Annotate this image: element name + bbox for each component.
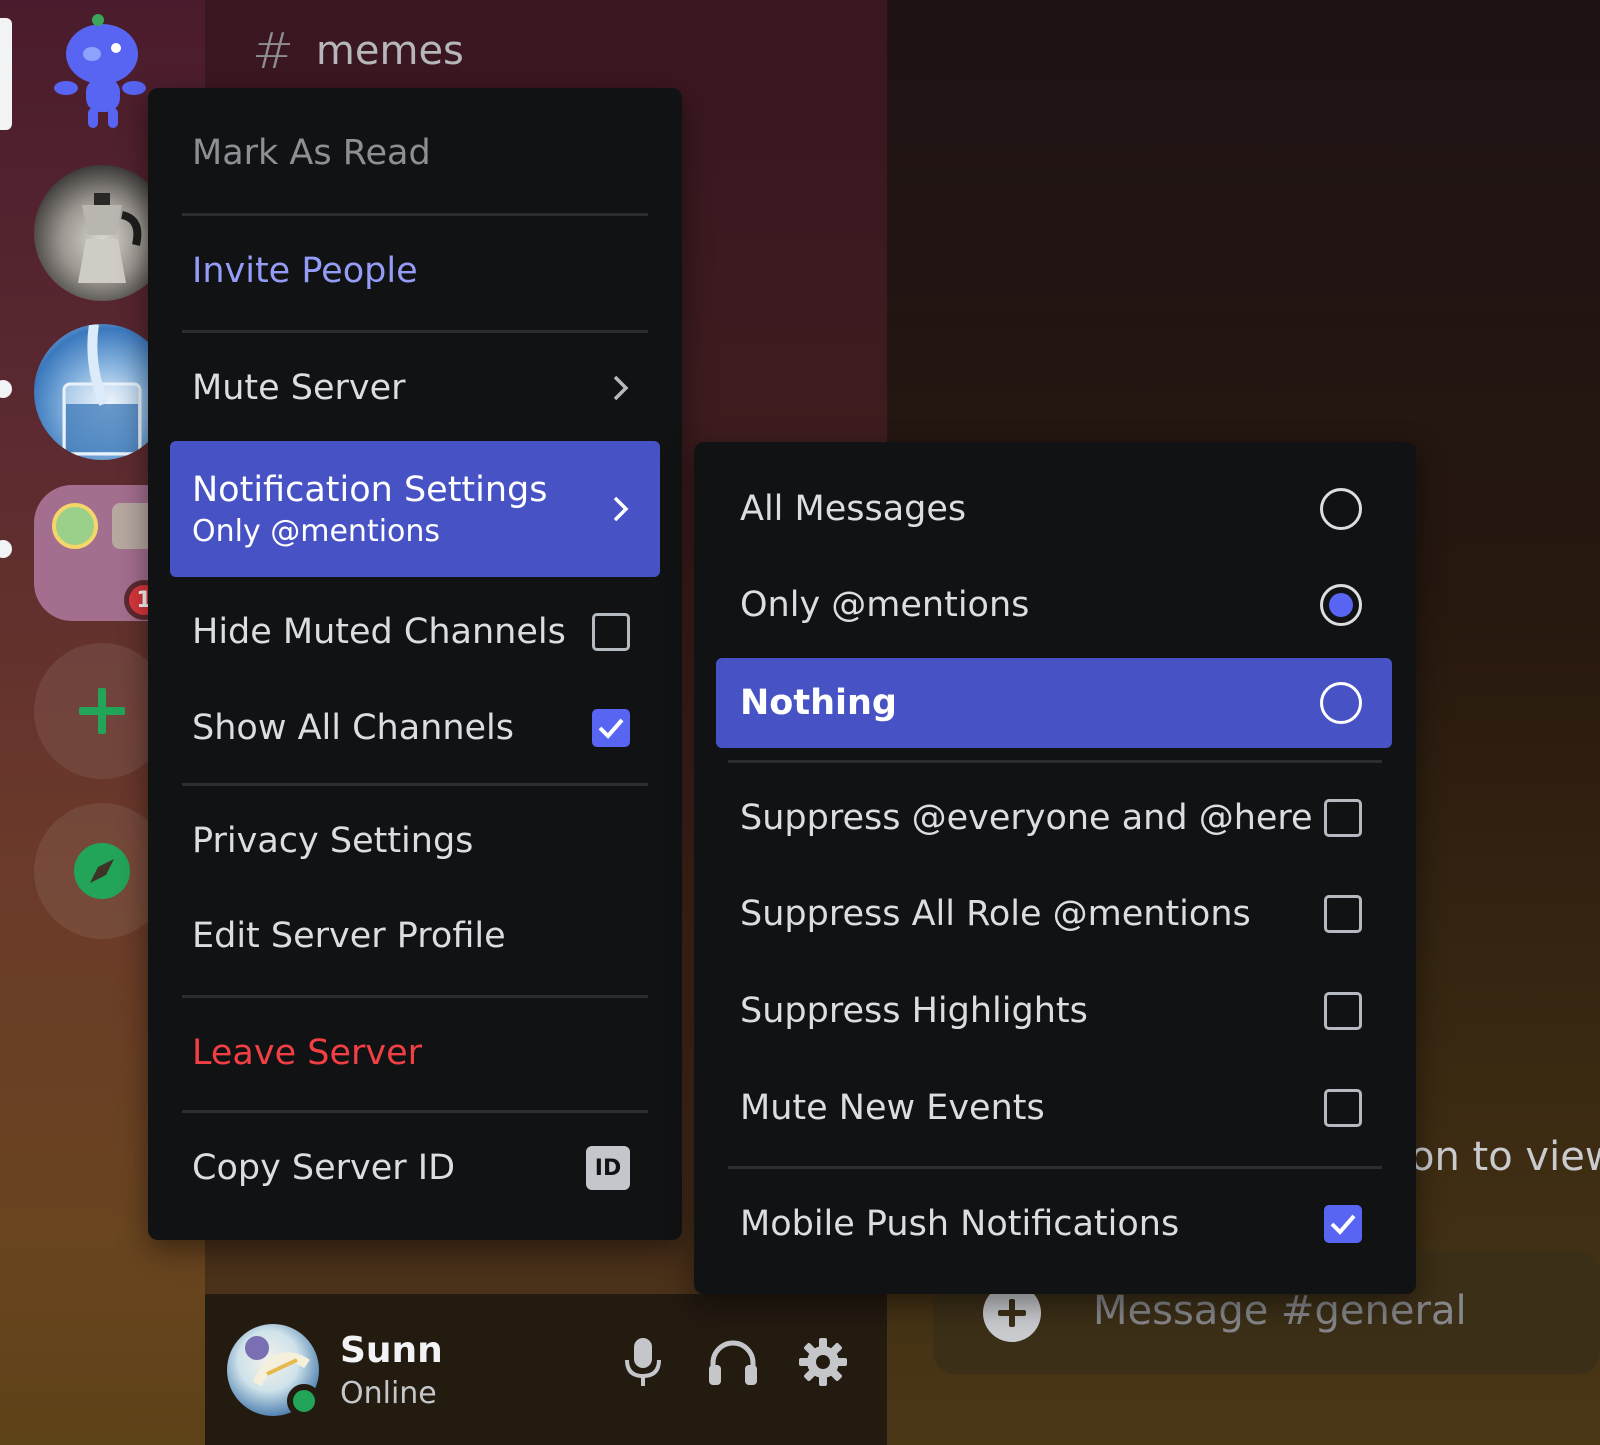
compass-icon (74, 843, 130, 899)
folder-server-icon (52, 503, 98, 549)
suppress-everyone-option[interactable]: Suppress @everyone and @here (716, 773, 1392, 863)
menu-separator (728, 1166, 1382, 1169)
menu-separator (728, 760, 1382, 763)
mobile-push-checkbox[interactable] (1324, 1205, 1362, 1243)
menu-item-label: Privacy Settings (192, 821, 474, 861)
all-messages-option[interactable]: All Messages (716, 464, 1392, 554)
option-label: Suppress Highlights (740, 991, 1088, 1031)
leave-server-item[interactable]: Leave Server (170, 1013, 660, 1093)
suppress-roles-checkbox[interactable] (1324, 895, 1362, 933)
user-status: Online (340, 1376, 437, 1411)
option-label: Mute New Events (740, 1088, 1045, 1128)
suppress-everyone-checkbox[interactable] (1324, 799, 1362, 837)
menu-separator (182, 1110, 648, 1113)
mute-new-events-checkbox[interactable] (1324, 1089, 1362, 1127)
notification-settings-submenu: All Messages Only @mentions Nothing Supp… (694, 442, 1416, 1294)
user-panel: Sunn Online (205, 1294, 887, 1445)
username: Sunn (340, 1330, 443, 1371)
channel-header: # memes (252, 26, 464, 76)
mobile-push-option[interactable]: Mobile Push Notifications (716, 1179, 1392, 1269)
chat-message-text: on to view (1410, 1134, 1600, 1180)
hash-icon: # (252, 22, 294, 80)
microphone-icon (625, 1338, 661, 1386)
radio-button-selected[interactable] (1320, 584, 1362, 626)
copy-server-id-item[interactable]: Copy Server ID ID (170, 1128, 660, 1208)
menu-item-label: Mark As Read (192, 133, 431, 173)
invite-people-item[interactable]: Invite People (170, 231, 660, 311)
menu-item-label: Hide Muted Channels (192, 612, 566, 652)
discord-home-icon[interactable] (52, 12, 152, 130)
radio-button[interactable] (1320, 488, 1362, 530)
show-all-channels-item[interactable]: Show All Channels (170, 686, 660, 770)
menu-separator (182, 783, 648, 786)
menu-item-label: Mute Server (192, 368, 406, 408)
menu-item-label: Notification Settings (192, 469, 548, 510)
option-label: Nothing (740, 683, 897, 723)
online-status-dot (287, 1384, 321, 1418)
channel-name: memes (315, 28, 464, 74)
menu-item-label: Copy Server ID (192, 1148, 456, 1188)
mark-as-read-item[interactable]: Mark As Read (170, 113, 660, 193)
menu-item-label: Invite People (192, 251, 418, 291)
show-all-channels-checkbox[interactable] (592, 709, 630, 747)
option-label: Suppress All Role @mentions (740, 894, 1251, 934)
checkmark-icon (1330, 1214, 1356, 1235)
mute-server-item[interactable]: Mute Server (170, 348, 660, 428)
privacy-settings-item[interactable]: Privacy Settings (170, 801, 660, 881)
notification-current-value: Only @mentions (192, 513, 441, 549)
hide-muted-channels-item[interactable]: Hide Muted Channels (170, 590, 660, 674)
headphones-icon (709, 1340, 757, 1385)
suppress-highlights-option[interactable]: Suppress Highlights (716, 966, 1392, 1056)
checkmark-icon (598, 718, 624, 739)
option-label: All Messages (740, 489, 967, 529)
menu-separator (182, 213, 648, 216)
chevron-right-icon (613, 375, 629, 401)
edit-server-profile-item[interactable]: Edit Server Profile (170, 896, 660, 976)
option-label: Suppress @everyone and @here (740, 798, 1313, 838)
notification-settings-item[interactable]: Notification Settings Only @mentions (170, 441, 660, 577)
radio-button[interactable] (1320, 682, 1362, 724)
gear-icon (799, 1338, 847, 1386)
menu-separator (182, 995, 648, 998)
home-selected-pill (0, 18, 12, 130)
plus-icon (79, 688, 125, 734)
chevron-right-icon (613, 496, 629, 522)
menu-separator (182, 330, 648, 333)
message-input[interactable]: Message #general (1093, 1288, 1467, 1334)
menu-item-label: Leave Server (192, 1033, 423, 1073)
plus-icon (998, 1299, 1026, 1327)
id-icon: ID (586, 1146, 630, 1190)
menu-item-label: Show All Channels (192, 708, 515, 748)
mute-new-events-option[interactable]: Mute New Events (716, 1063, 1392, 1153)
option-label: Only @mentions (740, 585, 1030, 625)
hide-muted-checkbox[interactable] (592, 613, 630, 651)
suppress-roles-option[interactable]: Suppress All Role @mentions (716, 869, 1392, 959)
mute-button[interactable] (615, 1334, 671, 1390)
suppress-highlights-checkbox[interactable] (1324, 992, 1362, 1030)
nothing-option[interactable]: Nothing (716, 658, 1392, 748)
deafen-button[interactable] (705, 1334, 761, 1390)
server-context-menu: Mark As Read Invite People Mute Server N… (148, 88, 682, 1240)
user-settings-button[interactable] (795, 1334, 851, 1390)
only-mentions-option[interactable]: Only @mentions (716, 560, 1392, 650)
option-label: Mobile Push Notifications (740, 1204, 1180, 1244)
menu-item-label: Edit Server Profile (192, 916, 506, 956)
